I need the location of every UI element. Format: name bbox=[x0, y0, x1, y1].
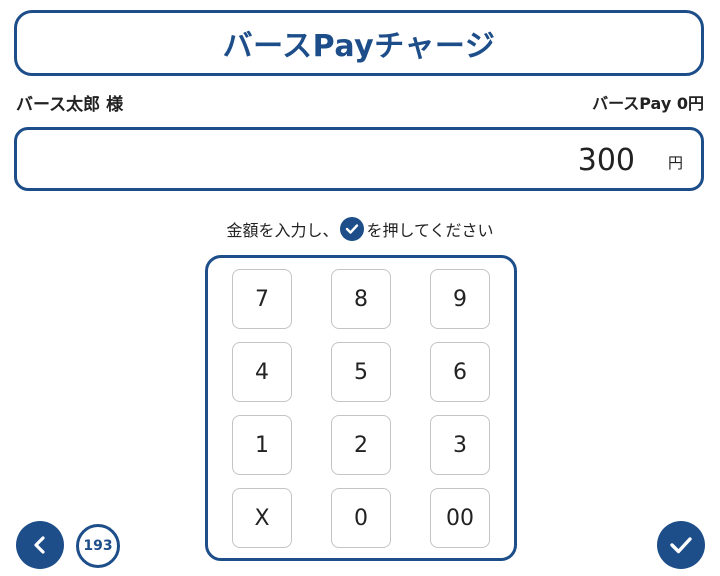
key-1[interactable]: 1 bbox=[232, 415, 292, 475]
key-9[interactable]: 9 bbox=[430, 269, 490, 329]
key-00[interactable]: 00 bbox=[430, 488, 490, 548]
amount-value: 300 bbox=[577, 143, 635, 178]
instruction-before: 金額を入力し、 bbox=[226, 221, 339, 240]
key-clear[interactable]: X bbox=[232, 488, 292, 548]
key-3[interactable]: 3 bbox=[430, 415, 490, 475]
page-title: バースPayチャージ bbox=[222, 29, 496, 64]
chevron-left-icon bbox=[29, 534, 51, 556]
check-icon bbox=[668, 532, 694, 558]
instruction-text: 金額を入力し、 を押してください bbox=[0, 217, 720, 241]
balance-label: バースPay 0円 bbox=[592, 94, 704, 113]
key-0[interactable]: 0 bbox=[331, 488, 391, 548]
confirm-button[interactable] bbox=[657, 521, 705, 569]
amount-unit: 円 bbox=[667, 154, 683, 172]
key-7[interactable]: 7 bbox=[232, 269, 292, 329]
check-icon bbox=[340, 217, 365, 241]
amount-display: 300 円 bbox=[14, 127, 704, 191]
numeric-keypad: 7 8 9 4 5 6 1 2 3 X 0 00 bbox=[205, 255, 517, 561]
title-banner: バースPayチャージ bbox=[14, 10, 704, 76]
instruction-after: を押してください bbox=[366, 221, 494, 240]
back-button[interactable] bbox=[16, 521, 64, 569]
key-2[interactable]: 2 bbox=[331, 415, 391, 475]
key-4[interactable]: 4 bbox=[232, 342, 292, 402]
key-5[interactable]: 5 bbox=[331, 342, 391, 402]
key-8[interactable]: 8 bbox=[331, 269, 391, 329]
charge-screen: バースPayチャージ バース太郎 様 バースPay 0円 300 円 金額を入力… bbox=[0, 0, 720, 576]
key-6[interactable]: 6 bbox=[430, 342, 490, 402]
counter-badge: 193 bbox=[76, 524, 120, 568]
user-name: バース太郎 様 bbox=[16, 95, 124, 115]
